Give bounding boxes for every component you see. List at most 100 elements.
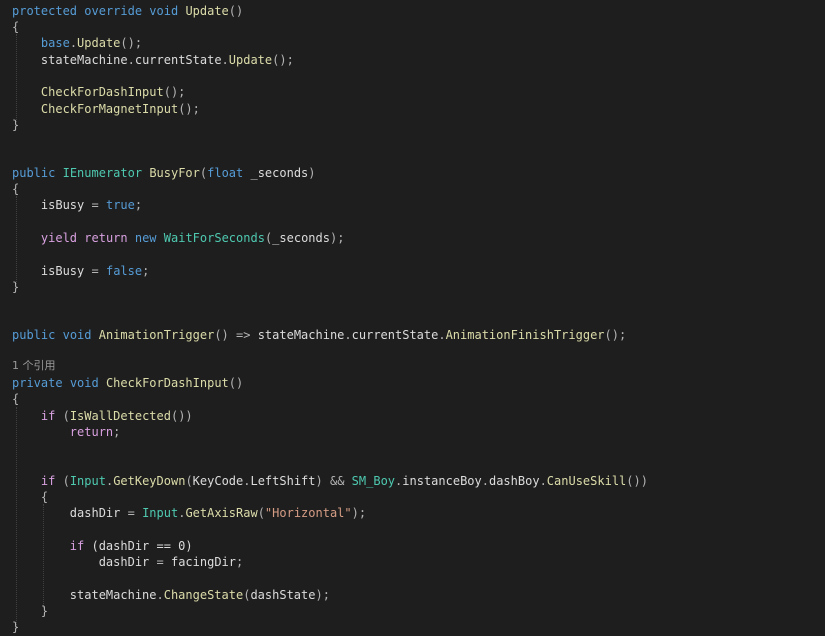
- operator: =: [156, 555, 164, 569]
- brace: {: [12, 182, 20, 196]
- identifier: stateMachine: [257, 328, 345, 342]
- operator: &&: [329, 474, 345, 488]
- keyword: new: [134, 231, 157, 245]
- code-line-8[interactable]: public IEnumerator BusyFor(float _second…: [12, 165, 316, 181]
- punctuation: (: [62, 409, 70, 423]
- code-line-13[interactable]: }: [12, 279, 19, 295]
- operator: =>: [236, 328, 251, 342]
- code-line-5[interactable]: CheckForDashInput();: [12, 84, 186, 100]
- punctuation: ;: [113, 425, 121, 439]
- method-call: GetAxisRaw: [185, 506, 258, 520]
- identifier: dashDir: [69, 506, 121, 520]
- code-editor[interactable]: protected override void Update() { base.…: [0, 0, 825, 636]
- punctuation: );: [329, 231, 345, 245]
- punctuation: .: [481, 474, 489, 488]
- method-name: BusyFor: [149, 166, 200, 180]
- code-line-15[interactable]: private void CheckForDashInput(): [12, 375, 243, 391]
- code-line-22[interactable]: if (dashDir == 0): [12, 538, 193, 554]
- keyword: void: [149, 4, 179, 18]
- identifier: stateMachine: [40, 53, 128, 67]
- punctuation: (: [185, 474, 193, 488]
- code-line-19[interactable]: if (Input.GetKeyDown(KeyCode.LeftShift) …: [12, 473, 648, 489]
- brace: }: [40, 604, 49, 618]
- punctuation: ): [315, 474, 323, 488]
- code-line-11[interactable]: yield return new WaitForSeconds(_seconds…: [12, 230, 345, 246]
- operator: =: [91, 198, 99, 212]
- identifier: (dashDir == 0): [91, 539, 193, 553]
- identifier: currentState: [351, 328, 439, 342]
- punctuation: ()): [170, 409, 193, 423]
- punctuation: .: [438, 328, 446, 342]
- type-name: SM_Boy: [351, 474, 396, 488]
- punctuation: (): [214, 328, 229, 342]
- keyword: public: [12, 328, 56, 342]
- keyword: protected: [12, 4, 78, 18]
- punctuation: (: [257, 506, 265, 520]
- punctuation: ;: [134, 198, 143, 212]
- punctuation: ;: [142, 264, 150, 278]
- brace: }: [12, 118, 20, 132]
- code-line-1[interactable]: protected override void Update(): [12, 3, 243, 19]
- code-line-14[interactable]: public void AnimationTrigger() => stateM…: [12, 327, 626, 343]
- identifier: stateMachine: [69, 588, 157, 602]
- code-line-6[interactable]: CheckForMagnetInput();: [12, 101, 200, 117]
- punctuation: (): [228, 376, 244, 390]
- brace: }: [12, 620, 20, 634]
- identifier: _seconds: [272, 231, 330, 245]
- control-keyword: return: [84, 231, 128, 245]
- type-name: IEnumerator: [62, 166, 143, 180]
- code-line-7[interactable]: }: [12, 117, 19, 133]
- control-keyword: if: [40, 409, 56, 423]
- method-name: Update: [185, 4, 229, 18]
- code-line-20[interactable]: {: [12, 489, 48, 505]
- code-line-23[interactable]: dashDir = facingDir;: [12, 554, 244, 570]
- code-line-25[interactable]: }: [12, 603, 48, 619]
- code-line-4[interactable]: stateMachine.currentState.Update();: [12, 52, 294, 68]
- punctuation: (): [228, 4, 244, 18]
- control-keyword: if: [69, 539, 85, 553]
- control-keyword: yield: [40, 231, 78, 245]
- keyword: false: [105, 264, 143, 278]
- method-name: CheckForDashInput: [105, 376, 229, 390]
- code-line-16[interactable]: {: [12, 391, 19, 407]
- identifier: dashDir: [98, 555, 150, 569]
- brace: {: [12, 392, 20, 406]
- code-line-10[interactable]: isBusy = true;: [12, 197, 142, 213]
- keyword: base: [40, 36, 70, 50]
- control-keyword: if: [40, 474, 56, 488]
- punctuation: .: [344, 328, 352, 342]
- punctuation: .: [539, 474, 547, 488]
- punctuation: ): [308, 166, 316, 180]
- method-call: ChangeState: [163, 588, 244, 602]
- code-line-2[interactable]: {: [12, 19, 19, 35]
- type-name: Input: [142, 506, 179, 520]
- code-line-26[interactable]: }: [12, 619, 19, 635]
- identifier: instanceBoy: [402, 474, 482, 488]
- method-call: CanUseSkill: [546, 474, 627, 488]
- method-call: IsWallDetected: [69, 409, 171, 423]
- operator: =: [91, 264, 99, 278]
- parameter: _seconds: [250, 166, 309, 180]
- method-call: Update: [77, 36, 121, 50]
- punctuation: );: [351, 506, 367, 520]
- identifier: LeftShift: [250, 474, 316, 488]
- method-call: GetKeyDown: [113, 474, 186, 488]
- punctuation: ();: [178, 102, 200, 116]
- code-line-3[interactable]: base.Update();: [12, 35, 142, 51]
- code-line-17[interactable]: if (IsWallDetected()): [12, 408, 193, 424]
- punctuation: .: [221, 53, 229, 67]
- code-line-18[interactable]: return;: [12, 424, 121, 440]
- code-line-21[interactable]: dashDir = Input.GetAxisRaw("Horizontal")…: [12, 505, 366, 521]
- brace: {: [12, 20, 20, 34]
- code-line-24[interactable]: stateMachine.ChangeState(dashState);: [12, 587, 330, 603]
- code-line-9[interactable]: {: [12, 181, 19, 197]
- string-literal: "Horizontal": [264, 506, 352, 520]
- method-call: AnimationFinishTrigger: [445, 328, 605, 342]
- codelens-references[interactable]: 1 个引用: [12, 358, 56, 374]
- punctuation: ();: [604, 328, 627, 342]
- keyword: public: [12, 166, 56, 180]
- method-call: CheckForDashInput: [40, 85, 164, 99]
- punctuation: .: [127, 53, 135, 67]
- code-line-12[interactable]: isBusy = false;: [12, 263, 149, 279]
- method-call: CheckForMagnetInput: [40, 102, 179, 116]
